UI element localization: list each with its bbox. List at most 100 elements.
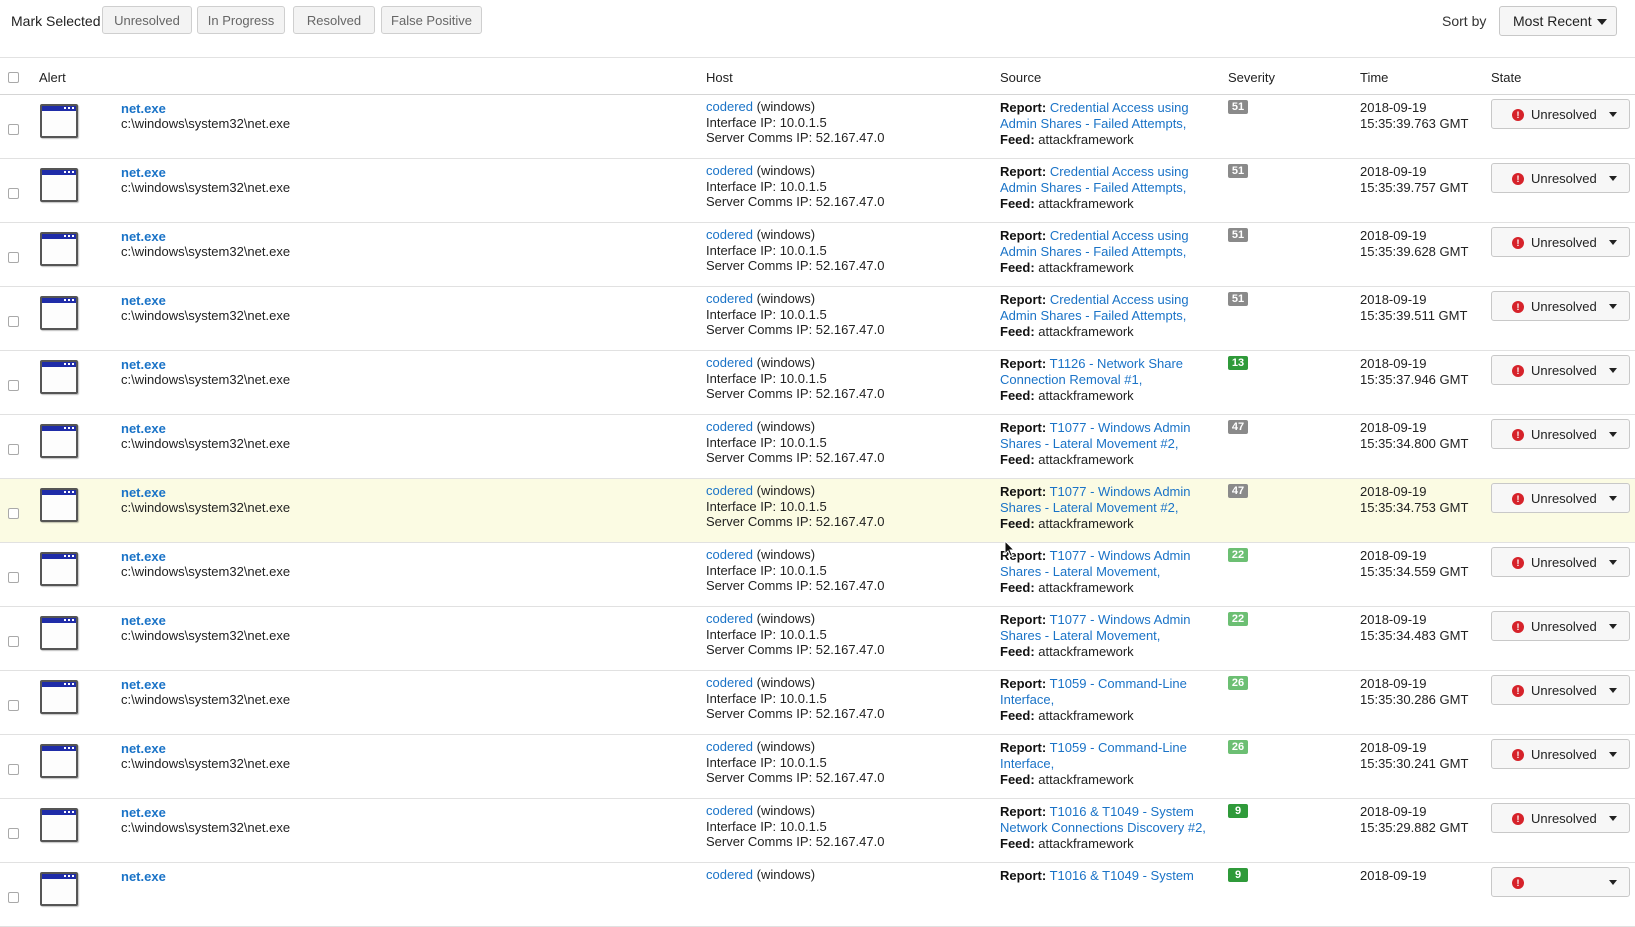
mark-false-positive-button[interactable]: False Positive [381,6,482,34]
table-row[interactable]: net.exe c:\windows\system32\net.exe code… [0,159,1635,223]
row-checkbox[interactable] [8,636,19,647]
column-header-alert[interactable]: Alert [39,70,66,85]
state-dropdown[interactable]: ! Unresolved [1491,99,1630,129]
state-dropdown[interactable]: ! Unresolved [1491,163,1630,193]
state-dropdown[interactable]: ! Unresolved [1491,483,1630,513]
table-row[interactable]: net.exe c:\windows\system32\net.exe code… [0,351,1635,415]
host-link[interactable]: codered [706,867,753,882]
report-link[interactable]: T1077 - Windows Admin [1050,420,1191,435]
report-link[interactable]: T1126 - Network Share [1050,356,1183,371]
state-dropdown[interactable]: ! Unresolved [1491,547,1630,577]
alert-process-link[interactable]: net.exe [121,229,166,244]
row-checkbox[interactable] [8,380,19,391]
host-link[interactable]: codered [706,419,753,434]
row-checkbox[interactable] [8,252,19,263]
alert-process-link[interactable]: net.exe [121,805,166,820]
report-link-continued[interactable]: Shares - Lateral Movement #2, [1000,436,1210,452]
report-link-continued[interactable]: Admin Shares - Failed Attempts, [1000,180,1210,196]
report-link[interactable]: Credential Access using [1050,292,1189,307]
table-row[interactable]: net.exe c:\windows\system32\net.exe code… [0,415,1635,479]
table-row[interactable]: net.exe c:\windows\system32\net.exe code… [0,287,1635,351]
host-link[interactable]: codered [706,803,753,818]
table-row[interactable]: net.exe c:\windows\system32\net.exe code… [0,479,1635,543]
mark-in-progress-button[interactable]: In Progress [197,6,285,34]
host-link[interactable]: codered [706,227,753,242]
report-link-continued[interactable]: Connection Removal #1, [1000,372,1210,388]
state-dropdown[interactable]: ! Unresolved [1491,675,1630,705]
report-link[interactable]: T1059 - Command-Line [1050,676,1187,691]
host-link[interactable]: codered [706,739,753,754]
state-dropdown[interactable]: ! Unresolved [1491,611,1630,641]
row-checkbox[interactable] [8,508,19,519]
alert-process-link[interactable]: net.exe [121,101,166,116]
report-link-continued[interactable]: Interface, [1000,692,1210,708]
host-link[interactable]: codered [706,99,753,114]
report-link-continued[interactable]: Interface, [1000,756,1210,772]
report-link[interactable]: Credential Access using [1050,228,1189,243]
select-all-checkbox[interactable] [8,72,19,83]
report-link[interactable]: T1077 - Windows Admin [1050,548,1191,563]
row-checkbox[interactable] [8,700,19,711]
table-row[interactable]: net.exe c:\windows\system32\net.exe code… [0,95,1635,159]
report-link-continued[interactable]: Shares - Lateral Movement, [1000,628,1210,644]
table-row[interactable]: net.exe c:\windows\system32\net.exe code… [0,607,1635,671]
table-row[interactable]: net.exe c:\windows\system32\net.exe code… [0,671,1635,735]
report-link[interactable]: T1077 - Windows Admin [1050,484,1191,499]
host-link[interactable]: codered [706,483,753,498]
column-header-time[interactable]: Time [1360,70,1388,85]
row-checkbox[interactable] [8,828,19,839]
host-link[interactable]: codered [706,163,753,178]
row-checkbox[interactable] [8,764,19,775]
report-link[interactable]: Credential Access using [1050,164,1189,179]
alert-process-link[interactable]: net.exe [121,549,166,564]
alert-process-link[interactable]: net.exe [121,165,166,180]
row-checkbox[interactable] [8,316,19,327]
alert-process-link[interactable]: net.exe [121,677,166,692]
report-link-continued[interactable]: Admin Shares - Failed Attempts, [1000,244,1210,260]
mark-unresolved-button[interactable]: Unresolved [102,6,192,34]
table-row[interactable]: net.exe c:\windows\system32\net.exe code… [0,735,1635,799]
host-link[interactable]: codered [706,291,753,306]
report-link[interactable]: T1077 - Windows Admin [1050,612,1191,627]
state-dropdown[interactable]: ! Unresolved [1491,227,1630,257]
report-link-continued[interactable]: Shares - Lateral Movement, [1000,564,1210,580]
report-link-continued[interactable]: Network Connections Discovery #2, [1000,820,1210,836]
alert-process-link[interactable]: net.exe [121,613,166,628]
report-link[interactable]: T1016 & T1049 - System [1050,868,1194,883]
sort-select[interactable]: Most Recent [1499,6,1617,36]
state-dropdown[interactable]: ! [1491,867,1630,897]
row-checkbox[interactable] [8,124,19,135]
state-dropdown[interactable]: ! Unresolved [1491,739,1630,769]
column-header-source[interactable]: Source [1000,70,1041,85]
report-link[interactable]: T1016 & T1049 - System [1050,804,1194,819]
row-checkbox[interactable] [8,572,19,583]
state-dropdown[interactable]: ! Unresolved [1491,291,1630,321]
table-row[interactable]: net.exe c:\windows\system32\net.exe code… [0,543,1635,607]
alert-process-link[interactable]: net.exe [121,869,166,884]
state-dropdown[interactable]: ! Unresolved [1491,803,1630,833]
column-header-severity[interactable]: Severity [1228,70,1275,85]
state-dropdown[interactable]: ! Unresolved [1491,419,1630,449]
state-dropdown[interactable]: ! Unresolved [1491,355,1630,385]
report-link-continued[interactable]: Admin Shares - Failed Attempts, [1000,116,1210,132]
alert-process-link[interactable]: net.exe [121,357,166,372]
table-row[interactable]: net.exe c:\windows\system32\net.exe code… [0,223,1635,287]
host-link[interactable]: codered [706,611,753,626]
row-checkbox[interactable] [8,892,19,903]
column-header-state[interactable]: State [1491,70,1521,85]
report-link[interactable]: T1059 - Command-Line [1050,740,1187,755]
report-link-continued[interactable]: Admin Shares - Failed Attempts, [1000,308,1210,324]
host-link[interactable]: codered [706,355,753,370]
report-link[interactable]: Credential Access using [1050,100,1189,115]
alert-process-link[interactable]: net.exe [121,485,166,500]
host-link[interactable]: codered [706,675,753,690]
alert-process-link[interactable]: net.exe [121,741,166,756]
row-checkbox[interactable] [8,188,19,199]
row-checkbox[interactable] [8,444,19,455]
report-link-continued[interactable]: Shares - Lateral Movement #2, [1000,500,1210,516]
table-row[interactable]: net.exe c:\windows\system32\net.exe code… [0,799,1635,863]
alert-process-link[interactable]: net.exe [121,293,166,308]
alert-process-link[interactable]: net.exe [121,421,166,436]
mark-resolved-button[interactable]: Resolved [293,6,375,34]
column-header-host[interactable]: Host [706,70,733,85]
